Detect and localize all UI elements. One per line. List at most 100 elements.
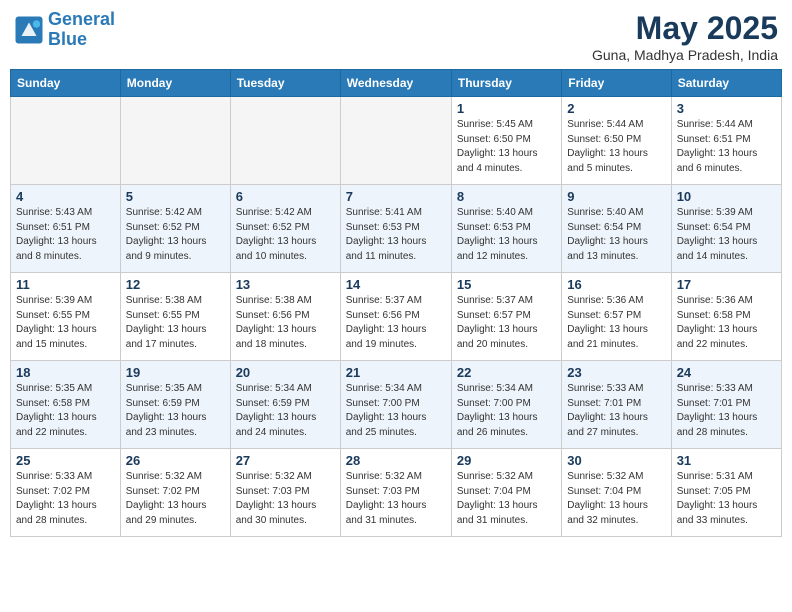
calendar-cell [120, 97, 230, 185]
day-number: 5 [126, 189, 225, 204]
day-number: 10 [677, 189, 776, 204]
day-info: Sunrise: 5:32 AMSunset: 7:03 PMDaylight:… [236, 470, 335, 528]
calendar-cell: 9Sunrise: 5:40 AMSunset: 6:54 PMDaylight… [562, 185, 671, 273]
day-info: Sunrise: 5:33 AMSunset: 7:01 PMDaylight:… [677, 382, 776, 440]
day-info: Sunrise: 5:43 AMSunset: 6:51 PMDaylight:… [16, 206, 115, 264]
day-info: Sunrise: 5:41 AMSunset: 6:53 PMDaylight:… [346, 206, 446, 264]
weekday-header-saturday: Saturday [671, 70, 781, 97]
day-number: 4 [16, 189, 115, 204]
day-info: Sunrise: 5:45 AMSunset: 6:50 PMDaylight:… [457, 118, 556, 176]
logo-icon [14, 15, 44, 45]
day-info: Sunrise: 5:35 AMSunset: 6:59 PMDaylight:… [126, 382, 225, 440]
calendar-cell: 30 Sunrise: 5:32 AMSunset: 7:04 PMDayligh… [562, 449, 671, 537]
calendar-cell: 6 Sunrise: 5:42 AMSunset: 6:52 PMDaylight… [230, 185, 340, 273]
weekday-header-thursday: Thursday [451, 70, 561, 97]
day-info: Sunrise: 5:39 AMSunset: 6:54 PMDaylight:… [677, 206, 776, 264]
calendar-week-row: 1 Sunrise: 5:45 AMSunset: 6:50 PMDaylight… [11, 97, 782, 185]
day-info: Sunrise: 5:36 AMSunset: 6:58 PMDaylight:… [677, 294, 776, 352]
logo-text: General Blue [48, 10, 115, 50]
day-number: 8 [457, 189, 556, 204]
logo-line1: General [48, 9, 115, 29]
calendar-cell: 8 Sunrise: 5:40 AMSunset: 6:53 PMDaylight… [451, 185, 561, 273]
calendar-cell: 12Sunrise: 5:38 AMSunset: 6:55 PMDayligh… [120, 273, 230, 361]
calendar-cell: 17 Sunrise: 5:36 AMSunset: 6:58 PMDayligh… [671, 273, 781, 361]
calendar-cell: 15 Sunrise: 5:37 AMSunset: 6:57 PMDayligh… [451, 273, 561, 361]
month-title: May 2025 [592, 10, 778, 47]
calendar-cell: 18Sunrise: 5:35 AMSunset: 6:58 PMDayligh… [11, 361, 121, 449]
title-area: May 2025 Guna, Madhya Pradesh, India [592, 10, 778, 63]
day-number: 25 [16, 453, 115, 468]
day-number: 1 [457, 101, 556, 116]
day-number: 24 [677, 365, 776, 380]
calendar-week-row: 18Sunrise: 5:35 AMSunset: 6:58 PMDayligh… [11, 361, 782, 449]
day-info: Sunrise: 5:40 AMSunset: 6:54 PMDaylight:… [567, 206, 665, 264]
page-header: General Blue May 2025 Guna, Madhya Prade… [10, 10, 782, 63]
day-info: Sunrise: 5:40 AMSunset: 6:53 PMDaylight:… [457, 206, 556, 264]
day-info: Sunrise: 5:34 AMSunset: 6:59 PMDaylight:… [236, 382, 335, 440]
logo-line2: Blue [48, 29, 87, 49]
day-number: 2 [567, 101, 665, 116]
calendar-cell: 19Sunrise: 5:35 AMSunset: 6:59 PMDayligh… [120, 361, 230, 449]
day-number: 21 [346, 365, 446, 380]
weekday-header-wednesday: Wednesday [340, 70, 451, 97]
day-info: Sunrise: 5:35 AMSunset: 6:58 PMDaylight:… [16, 382, 115, 440]
calendar-week-row: 25 Sunrise: 5:33 AMSunset: 7:02 PMDayligh… [11, 449, 782, 537]
weekday-header-sunday: Sunday [11, 70, 121, 97]
day-number: 27 [236, 453, 335, 468]
calendar-table: SundayMondayTuesdayWednesdayThursdayFrid… [10, 69, 782, 537]
day-info: Sunrise: 5:31 AMSunset: 7:05 PMDaylight:… [677, 470, 776, 528]
day-info: Sunrise: 5:32 AMSunset: 7:03 PMDaylight:… [346, 470, 446, 528]
day-number: 30 [567, 453, 665, 468]
weekday-header-friday: Friday [562, 70, 671, 97]
calendar-cell: 22Sunrise: 5:34 AMSunset: 7:00 PMDayligh… [451, 361, 561, 449]
day-info: Sunrise: 5:37 AMSunset: 6:56 PMDaylight:… [346, 294, 446, 352]
calendar-cell: 1 Sunrise: 5:45 AMSunset: 6:50 PMDaylight… [451, 97, 561, 185]
day-number: 20 [236, 365, 335, 380]
day-info: Sunrise: 5:32 AMSunset: 7:04 PMDaylight:… [457, 470, 556, 528]
day-number: 16 [567, 277, 665, 292]
calendar-cell: 23 Sunrise: 5:33 AMSunset: 7:01 PMDayligh… [562, 361, 671, 449]
calendar-cell: 28 Sunrise: 5:32 AMSunset: 7:03 PMDayligh… [340, 449, 451, 537]
day-number: 14 [346, 277, 446, 292]
day-info: Sunrise: 5:34 AMSunset: 7:00 PMDaylight:… [346, 382, 446, 440]
calendar-cell: 11Sunrise: 5:39 AMSunset: 6:55 PMDayligh… [11, 273, 121, 361]
calendar-cell: 13Sunrise: 5:38 AMSunset: 6:56 PMDayligh… [230, 273, 340, 361]
calendar-cell: 27 Sunrise: 5:32 AMSunset: 7:03 PMDayligh… [230, 449, 340, 537]
calendar-cell: 4 Sunrise: 5:43 AMSunset: 6:51 PMDaylight… [11, 185, 121, 273]
day-number: 23 [567, 365, 665, 380]
day-number: 22 [457, 365, 556, 380]
day-number: 29 [457, 453, 556, 468]
day-number: 31 [677, 453, 776, 468]
calendar-cell: 14 Sunrise: 5:37 AMSunset: 6:56 PMDayligh… [340, 273, 451, 361]
calendar-week-row: 4 Sunrise: 5:43 AMSunset: 6:51 PMDaylight… [11, 185, 782, 273]
calendar-cell: 31 Sunrise: 5:31 AMSunset: 7:05 PMDayligh… [671, 449, 781, 537]
day-number: 15 [457, 277, 556, 292]
day-number: 7 [346, 189, 446, 204]
day-number: 12 [126, 277, 225, 292]
calendar-cell: 3 Sunrise: 5:44 AMSunset: 6:51 PMDaylight… [671, 97, 781, 185]
calendar-cell: 25 Sunrise: 5:33 AMSunset: 7:02 PMDayligh… [11, 449, 121, 537]
day-info: Sunrise: 5:36 AMSunset: 6:57 PMDaylight:… [567, 294, 665, 352]
calendar-week-row: 11Sunrise: 5:39 AMSunset: 6:55 PMDayligh… [11, 273, 782, 361]
day-info: Sunrise: 5:42 AMSunset: 6:52 PMDaylight:… [236, 206, 335, 264]
location: Guna, Madhya Pradesh, India [592, 47, 778, 63]
day-number: 6 [236, 189, 335, 204]
calendar-cell: 7 Sunrise: 5:41 AMSunset: 6:53 PMDaylight… [340, 185, 451, 273]
calendar-cell [340, 97, 451, 185]
day-info: Sunrise: 5:44 AMSunset: 6:51 PMDaylight:… [677, 118, 776, 176]
day-info: Sunrise: 5:38 AMSunset: 6:56 PMDaylight:… [236, 294, 335, 352]
day-info: Sunrise: 5:42 AMSunset: 6:52 PMDaylight:… [126, 206, 225, 264]
day-info: Sunrise: 5:37 AMSunset: 6:57 PMDaylight:… [457, 294, 556, 352]
day-number: 11 [16, 277, 115, 292]
day-info: Sunrise: 5:32 AMSunset: 7:04 PMDaylight:… [567, 470, 665, 528]
calendar-cell: 20 Sunrise: 5:34 AMSunset: 6:59 PMDayligh… [230, 361, 340, 449]
day-info: Sunrise: 5:44 AMSunset: 6:50 PMDaylight:… [567, 118, 665, 176]
weekday-header-row: SundayMondayTuesdayWednesdayThursdayFrid… [11, 70, 782, 97]
day-number: 3 [677, 101, 776, 116]
day-info: Sunrise: 5:33 AMSunset: 7:02 PMDaylight:… [16, 470, 115, 528]
day-info: Sunrise: 5:32 AMSunset: 7:02 PMDaylight:… [126, 470, 225, 528]
day-number: 17 [677, 277, 776, 292]
weekday-header-monday: Monday [120, 70, 230, 97]
day-info: Sunrise: 5:33 AMSunset: 7:01 PMDaylight:… [567, 382, 665, 440]
day-number: 28 [346, 453, 446, 468]
